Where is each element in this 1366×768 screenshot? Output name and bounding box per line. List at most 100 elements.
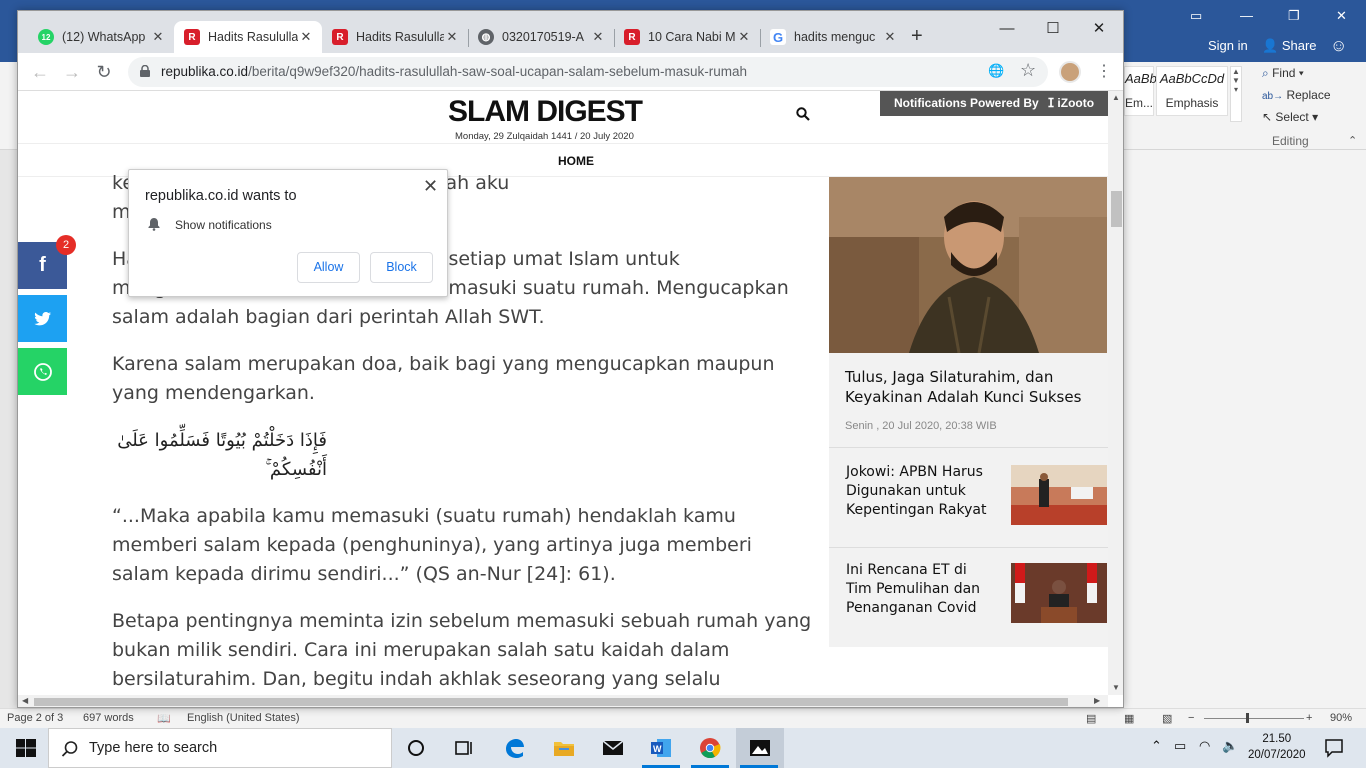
photos-icon[interactable] bbox=[748, 736, 772, 760]
close-window-button[interactable]: ✕ bbox=[1076, 15, 1122, 43]
tab-close-icon[interactable]: ✕ bbox=[150, 29, 166, 45]
article-paragraph: “...Maka apabila kamu memasuki (suatu ru… bbox=[112, 505, 752, 585]
collapse-ribbon-icon[interactable]: ⌃ bbox=[1348, 134, 1357, 147]
url-path: /berita/q9w9ef320/hadits-rasulullah-saw-… bbox=[248, 64, 748, 79]
mail-icon[interactable] bbox=[601, 736, 625, 760]
web-layout-icon[interactable]: ▧ bbox=[1162, 712, 1172, 725]
twitter-icon bbox=[33, 311, 51, 325]
allow-button[interactable]: Allow bbox=[297, 252, 360, 283]
tab-close-icon[interactable]: ✕ bbox=[882, 29, 898, 45]
word-ribbon-display-icon[interactable]: ▭ bbox=[1190, 8, 1202, 24]
style-gallery-item[interactable]: AaBbCcDd Em... bbox=[1124, 66, 1189, 116]
hero-article-title[interactable]: Tulus, Jaga Silaturahim, dan Keyakinan A… bbox=[845, 367, 1107, 407]
edge-icon[interactable] bbox=[503, 736, 527, 760]
select-button[interactable]: ↖ Select ▾ bbox=[1262, 110, 1318, 124]
zoom-slider-thumb[interactable] bbox=[1246, 713, 1249, 723]
lock-icon[interactable] bbox=[140, 65, 150, 77]
horizontal-scrollbar[interactable]: ◀ ▶ bbox=[18, 695, 1108, 707]
page-count[interactable]: Page 2 of 3 bbox=[7, 712, 63, 724]
sidebar-thumbnail[interactable] bbox=[1011, 563, 1107, 623]
print-layout-icon[interactable]: ▦ bbox=[1124, 712, 1134, 725]
profile-avatar[interactable] bbox=[1059, 61, 1081, 83]
sidebar-thumbnail[interactable] bbox=[1011, 465, 1107, 525]
tab-close-icon[interactable]: ✕ bbox=[736, 29, 752, 45]
block-button[interactable]: Block bbox=[370, 252, 433, 283]
notification-powered-bar[interactable]: Notifications Powered By ⵊ iZooto bbox=[880, 91, 1108, 116]
maximize-button[interactable]: ☐ bbox=[1030, 15, 1076, 43]
style-emphasis[interactable]: AaBbCcDd Emphasis bbox=[1156, 66, 1228, 116]
volume-icon[interactable]: 🔈 bbox=[1222, 738, 1238, 754]
notif-bar-text: Notifications Powered By bbox=[894, 96, 1039, 110]
zoom-slider[interactable] bbox=[1204, 718, 1304, 719]
scrollbar-thumb[interactable] bbox=[34, 698, 1068, 706]
scrollbar-thumb[interactable] bbox=[1111, 191, 1122, 227]
tab-hadits-2[interactable]: R Hadits Rasululla ✕ bbox=[322, 21, 468, 53]
smiley-icon[interactable]: ☺ bbox=[1330, 36, 1347, 56]
zoom-out-button[interactable]: − bbox=[1188, 712, 1194, 724]
site-logo[interactable]: SLAM DIGEST bbox=[448, 95, 643, 129]
search-icon bbox=[61, 741, 78, 757]
tab-close-icon[interactable]: ✕ bbox=[590, 29, 606, 45]
sidebar-article-title[interactable]: Jokowi: APBN Harus Digunakan untuk Kepen… bbox=[846, 463, 996, 520]
hero-image[interactable] bbox=[829, 177, 1107, 353]
find-button[interactable]: ⌕ Find ▾ bbox=[1262, 66, 1304, 81]
battery-icon[interactable]: ▭ bbox=[1174, 738, 1186, 754]
replace-button[interactable]: ab→ Replace bbox=[1262, 88, 1331, 102]
tab-google[interactable]: G hadits menguc ✕ bbox=[760, 21, 906, 53]
proofing-icon[interactable]: 📖 bbox=[157, 712, 171, 725]
language-status[interactable]: English (United States) bbox=[187, 712, 300, 724]
action-center-icon[interactable] bbox=[1322, 736, 1346, 760]
tab-hadits-active[interactable]: R Hadits Rasululla ✕ bbox=[174, 21, 322, 53]
word-signin-link[interactable]: Sign in bbox=[1208, 38, 1248, 53]
thumbnail-photo bbox=[1011, 563, 1107, 623]
clock[interactable]: 21.50 20/07/2020 bbox=[1248, 731, 1306, 763]
windows-start-icon[interactable] bbox=[14, 736, 38, 760]
task-view-icon[interactable] bbox=[452, 736, 476, 760]
search-icon[interactable] bbox=[796, 107, 810, 121]
scroll-left-icon[interactable]: ◀ bbox=[22, 696, 28, 705]
close-icon[interactable]: ✕ bbox=[423, 176, 438, 197]
forward-button[interactable]: → bbox=[60, 61, 84, 85]
read-mode-icon[interactable]: ▤ bbox=[1086, 712, 1096, 725]
word-close-button[interactable]: ✕ bbox=[1336, 8, 1347, 24]
cortana-icon[interactable] bbox=[404, 736, 428, 760]
tab-whatsapp[interactable]: 12 (12) WhatsApp ✕ bbox=[28, 21, 174, 53]
bookmark-star-icon[interactable]: ☆ bbox=[1020, 60, 1036, 81]
zoom-in-button[interactable]: + bbox=[1306, 712, 1312, 724]
sidebar-article-title[interactable]: Ini Rencana ET di Tim Pemulihan dan Pena… bbox=[846, 561, 996, 618]
word-minimize-button[interactable]: — bbox=[1240, 8, 1253, 23]
translate-icon[interactable]: 🌐 bbox=[988, 63, 1004, 79]
minimize-button[interactable]: — bbox=[984, 15, 1030, 43]
word-count[interactable]: 697 words bbox=[83, 712, 134, 724]
zoom-level[interactable]: 90% bbox=[1330, 712, 1352, 724]
word-icon[interactable]: W bbox=[649, 736, 673, 760]
chevron-up-icon[interactable]: ⌃ bbox=[1151, 738, 1162, 754]
tab-pdf[interactable]: ◍ 0320170519-A ✕ bbox=[468, 21, 614, 53]
twitter-share-button[interactable] bbox=[18, 295, 67, 342]
chrome-icon[interactable] bbox=[698, 736, 722, 760]
republika-icon: R bbox=[184, 29, 200, 45]
style-gallery-scroll[interactable]: ▲ ▼ ▾ bbox=[1230, 66, 1242, 122]
back-button[interactable]: ← bbox=[28, 61, 52, 85]
address-bar[interactable]: republika.co.id/berita/q9w9ef320/hadits-… bbox=[128, 57, 1048, 87]
wifi-icon[interactable]: ◠ bbox=[1199, 738, 1210, 754]
reload-button[interactable]: ↻ bbox=[92, 61, 116, 85]
scroll-right-icon[interactable]: ▶ bbox=[1094, 696, 1100, 705]
file-explorer-icon[interactable] bbox=[552, 736, 576, 760]
scroll-down-icon[interactable]: ▼ bbox=[1112, 683, 1120, 692]
scroll-up-icon[interactable]: ▲ bbox=[1112, 93, 1120, 102]
word-share-button[interactable]: 👤 Share bbox=[1262, 38, 1317, 54]
menu-kebab-icon[interactable]: ⋮ bbox=[1096, 61, 1112, 81]
whatsapp-share-button[interactable] bbox=[18, 348, 67, 395]
editing-group-label: Editing bbox=[1272, 134, 1309, 148]
new-tab-button[interactable]: + bbox=[911, 25, 923, 48]
url-text[interactable]: republika.co.id/berita/q9w9ef320/hadits-… bbox=[161, 64, 747, 79]
quran-verse-arabic: فَإِذَا دَخَلْتُمْ بُيُوتًا فَسَلِّمُوا … bbox=[117, 430, 327, 480]
divider bbox=[829, 447, 1108, 448]
tab-close-icon[interactable]: ✕ bbox=[444, 29, 460, 45]
word-restore-button[interactable]: ❐ bbox=[1288, 8, 1300, 24]
taskbar-search[interactable]: Type here to search bbox=[48, 728, 392, 768]
vertical-scrollbar[interactable]: ▲ ▼ bbox=[1108, 91, 1123, 695]
tab-close-icon[interactable]: ✕ bbox=[298, 29, 314, 45]
tab-cara-nabi[interactable]: R 10 Cara Nabi M ✕ bbox=[614, 21, 760, 53]
